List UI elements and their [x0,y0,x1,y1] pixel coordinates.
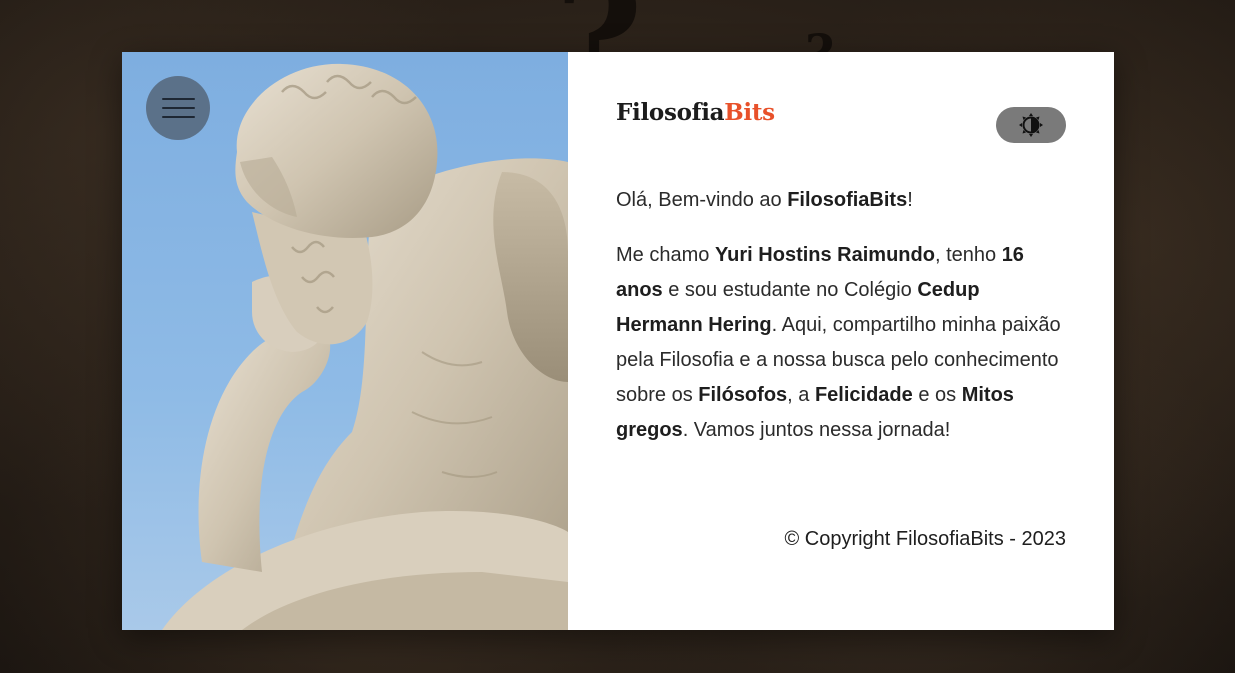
contrast-icon [1019,113,1043,137]
hamburger-icon-line-1 [161,98,195,100]
about-text-3: e sou estudante no Colégio [662,279,918,301]
theme-toggle-button[interactable] [996,107,1066,143]
author-name: Yuri Hostins Raimundo [714,244,935,266]
content-header: FilosofiaBits [616,100,1066,143]
menu-button[interactable] [146,76,210,140]
logo-text-part2: Bits [724,99,775,126]
statue-image [122,52,568,630]
about-text-7: . Vamos juntos nessa jornada! [682,419,951,441]
about-text-2: , tenho [934,244,1002,266]
copyright-text: © Copyright FilosofiaBits - 2023 [784,528,1066,550]
hamburger-icon-line-3 [161,116,195,118]
hamburger-icon-line-2 [161,107,195,109]
about-paragraph: Me chamo Yuri Hostins Raimundo, tenho 16… [616,238,1066,448]
topic-happiness: Felicidade [814,384,913,406]
about-text-1: Me chamo [616,244,715,266]
welcome-prefix: Olá, Bem-vindo ao [616,189,788,211]
intro-content: FilosofiaBits Olá, Bem-vindo ao Filosofi… [568,52,1114,630]
welcome-suffix: ! [907,189,913,211]
logo-text-part1: Filosofia [616,99,725,126]
topic-philosophers: Filósofos [698,384,788,406]
thinker-statue-illustration [162,63,568,630]
welcome-paragraph: Olá, Bem-vindo ao FilosofiaBits! [616,183,1066,218]
about-text-5: , a [787,384,815,406]
site-logo[interactable]: FilosofiaBits [616,100,775,125]
welcome-site-name: FilosofiaBits [787,189,908,211]
about-text-6: e os [912,384,962,406]
intro-card: FilosofiaBits Olá, Bem-vindo ao Filosofi… [122,52,1114,630]
